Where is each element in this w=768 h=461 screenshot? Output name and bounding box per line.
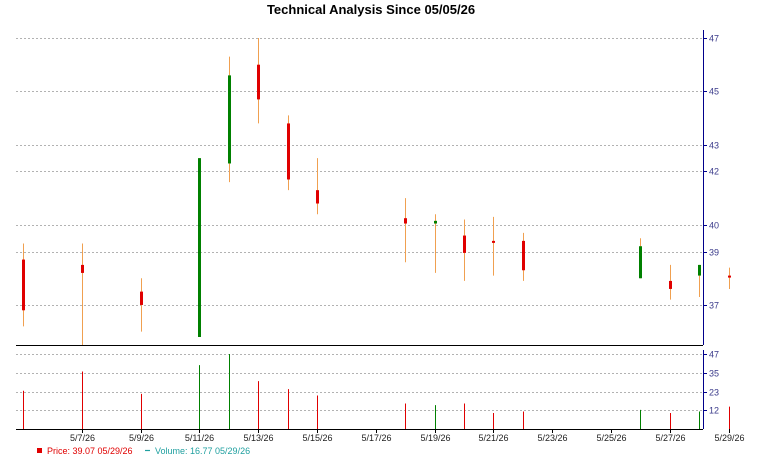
date-tick-label: 5/7/26 [70,433,95,443]
candle-body [434,220,437,224]
candle-body [728,275,731,278]
legend-price-marker [37,448,42,453]
candle-body [669,280,672,289]
candle-body [463,235,466,253]
price-tick-label: 45 [709,87,719,97]
candle-body [257,64,260,100]
date-tick-label: 5/21/26 [478,433,508,443]
candle-body [492,240,495,243]
candle-body [404,218,407,224]
price-tick-label: 43 [709,141,719,151]
price-tick-label: 42 [709,167,719,177]
candle-body [698,264,701,276]
candle-body [228,75,231,164]
date-tick-label: 5/27/26 [655,433,685,443]
date-axis-ticks: 5/7/26 5/9/26 5/11/26 5/13/26 5/15/26 5/17/26… [70,429,745,443]
price-grid [16,38,703,306]
volume-tick-label: 35 [709,369,719,379]
volume-tick-label: 47 [709,350,719,360]
candle-body [81,264,84,273]
volume-grid [16,354,703,411]
price-tick-label: 47 [709,34,719,44]
candle-body [522,240,525,271]
price-tick-label: 39 [709,248,719,258]
date-tick-label: 5/29/26 [714,433,744,443]
price-tick-label: 40 [709,221,719,231]
date-tick-label: 5/11/26 [185,433,214,443]
date-tick-label: 5/9/26 [129,433,154,443]
candle-body [198,158,201,337]
candle-body [22,259,25,311]
date-tick-label: 5/17/26 [361,433,391,443]
date-tick-label: 5/15/26 [302,433,332,443]
date-tick-label: 5/25/26 [596,433,626,443]
candle-body [639,246,642,279]
candle-body [316,190,319,204]
price-tick-label: 37 [709,301,719,311]
candle-body [287,123,290,180]
candle-body [140,291,143,305]
volume-axis-ticks: 12 23 35 47 [703,350,719,416]
date-tick-label: 5/23/26 [537,433,567,443]
axes [16,30,704,430]
legend: Price: 39.07 05/29/26 Volume: 16.77 05/2… [37,446,250,456]
date-tick-label: 5/19/26 [420,433,450,443]
date-tick-label: 5/13/26 [243,433,273,443]
technical-analysis-chart: Technical Analysis Since 05/05/26 37 39 40… [16,2,745,456]
volume-tick-label: 23 [709,388,719,398]
legend-volume-label: Volume: 16.77 05/29/26 [155,446,250,456]
price-axis-ticks: 37 39 40 42 43 45 47 [703,34,719,311]
chart-title: Technical Analysis Since 05/05/26 [267,2,475,17]
legend-price-label: Price: 39.07 05/29/26 [47,446,133,456]
volume-bars [23,354,730,429]
candlestick-series [22,38,731,345]
volume-tick-label: 12 [709,406,719,416]
